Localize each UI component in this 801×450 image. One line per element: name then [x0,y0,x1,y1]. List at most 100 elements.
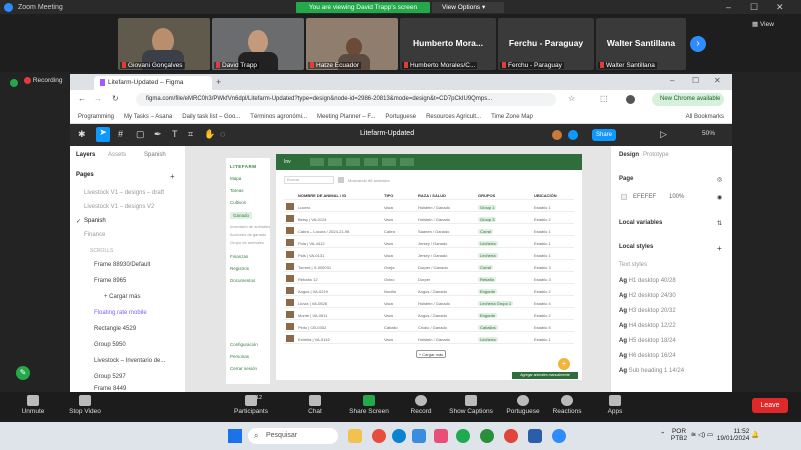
maximize-icon[interactable]: ☐ [750,2,758,13]
table-row[interactable]: Monte | VA-0611 Vaca Angus / Ganado Engorde… [284,310,574,320]
present-icon[interactable]: ▷ [660,129,667,140]
page-opacity-value[interactable]: 100% [669,194,684,200]
design-canvas[interactable]: LITEFARM Mapa Tareas Cultivos Ganado Inv… [186,146,666,392]
header-tab[interactable] [346,158,360,166]
battery-icon[interactable]: ▭ [707,432,713,439]
video-tile[interactable]: Hatze Ecuador [306,18,398,70]
text-style-item[interactable]: Ag H1 desktop 40/28 [619,278,676,284]
page-item[interactable]: Livestock V1 – designs V2 [84,204,154,210]
zoom-taskbar-icon[interactable] [552,429,566,443]
forward-icon[interactable]: → [94,94,102,103]
move-tool-icon[interactable]: ➤ [96,127,110,142]
text-tool-icon[interactable]: T [172,129,178,139]
chrome-profile-icon[interactable] [504,429,518,443]
table-row[interactable]: Torrent | S-000031 Oveja Dorper / Ganado Co… [284,262,574,272]
sidebar-item[interactable]: Mapa [230,176,241,181]
text-style-item[interactable]: Ag H6 desktop 16/24 [619,353,676,359]
video-tile[interactable]: Giovani Gonçalves [118,18,210,70]
layer-item[interactable]: Group 5950 [94,342,126,348]
bookmark-item[interactable]: All Bookmarks [686,114,724,120]
settings-icon[interactable]: ◎ [717,176,722,183]
clock[interactable]: 11:52 19/01/2024 [717,428,750,442]
column-header[interactable]: RAZA / SALUD [418,193,446,198]
sidebar-item[interactable]: Cultivos [230,200,246,205]
system-tray[interactable]: ⌃ POR PTB2 ≋ ◁) ▭ 11:52 19/01/2024 🔔 [660,428,759,442]
layer-item[interactable]: Livestock – Inventario de... [94,358,165,364]
table-row[interactable]: Betsy | VA-0124 Vaca Holstein / Ganado Grou… [284,214,574,224]
sidebar-item[interactable]: Personas [230,354,249,359]
avatar[interactable] [552,130,562,140]
bookmark-item[interactable]: Resources Agricult... [426,114,481,120]
table-row[interactable]: Lucero Vaca Holstein / Ganado Group 1 Establ… [284,202,574,212]
table-row[interactable]: Pais | VA-0131 Vaca Jersey / Ganado Lecherí… [284,250,574,260]
url-input[interactable]: figma.com/file/eMRC0h3/PWkfVn6dpl/Litefa… [136,93,556,106]
tab-layers[interactable]: Layers [76,152,95,158]
page-select[interactable]: Spanish [144,152,166,158]
windows-start-icon[interactable] [228,429,242,443]
search-input[interactable]: Buscar [284,176,334,184]
close-icon[interactable]: ✕ [714,76,721,85]
sidebar-subitem[interactable]: Acciones de ganado [230,232,266,237]
extensions-icon[interactable]: ⬚ [600,94,608,103]
view-options-button[interactable]: View Options ▾ [432,2,504,13]
reload-icon[interactable]: ↻ [112,94,119,103]
layer-item[interactable]: Group 5297 [94,374,126,380]
sidebar-item[interactable]: Configuración [230,342,258,347]
app-icon[interactable] [434,429,448,443]
chevron-up-icon[interactable]: ⌃ [660,432,665,439]
name-tile[interactable]: Walter Santillana Walter Santillana [596,18,686,70]
sidebar-subitem[interactable]: Inventario de animales [230,224,270,229]
tab-prototype[interactable]: Prototype [643,152,669,158]
text-style-item[interactable]: Ag H3 desktop 20/32 [619,308,676,314]
recording-indicator[interactable]: Recording [24,77,62,84]
apps-button[interactable]: Apps [590,395,640,415]
figma-menu-icon[interactable]: ✱ [78,129,86,140]
header-tab[interactable] [400,158,414,166]
table-row[interactable]: Angus | VA-0219 Novillo Angus / Ganado Engo… [284,286,574,296]
word-icon[interactable] [528,429,542,443]
add-manually-toast[interactable]: Agregar animales manualmente [512,372,578,379]
column-header[interactable]: NOMBRE DE ANIMAL / ID [298,193,346,198]
components-icon[interactable]: ⌗ [188,129,193,140]
frame-tool-icon[interactable]: # [118,129,123,139]
sidebar-subitem[interactable]: Grupo de animales [230,240,264,245]
add-style-icon[interactable]: + [717,244,722,253]
view-button[interactable]: ▦ View [752,20,774,28]
filter-icon[interactable] [338,177,344,183]
hand-tool-icon[interactable]: ✋ [204,129,215,140]
mail-icon[interactable] [412,429,426,443]
reactions-button[interactable]: Reactions [542,395,592,415]
column-header[interactable]: UBICACIÓN [534,193,557,198]
unmute-button[interactable]: Unmute [8,395,58,415]
name-tile[interactable]: Ferchu - Paraguay Ferchu - Paraguay [498,18,594,70]
table-row[interactable]: Estrella | VA-0142 Vaca Holstein / Ganado L… [284,334,574,344]
inventory-frame[interactable]: Inv Buscar Mostrando 88 animales NOMBRE … [276,154,582,380]
header-tab[interactable] [328,158,342,166]
table-row[interactable]: Pinto | CB-0302 Caballo Criollo / Ganado Ca… [284,322,574,332]
taskbar-search-input[interactable]: Pesquisar [248,428,338,444]
file-title[interactable]: Litefarm-Updated [360,130,414,137]
layer-item[interactable]: Frame 8965 [94,278,126,284]
participants-button[interactable]: Participants 12 [226,395,276,415]
table-row[interactable]: Pola | VA-4412 Vaca Jersey / Ganado Lecherí… [284,238,574,248]
tab-design[interactable]: Design [619,152,639,158]
layer-item[interactable]: Rectangle 4529 [94,326,136,332]
sidebar-item[interactable]: Finanzas [230,254,248,259]
text-style-item[interactable]: Ag H4 desktop 12/22 [619,323,676,329]
column-header[interactable]: GRUPOS [478,193,495,198]
bookmark-item[interactable]: Time Zone Map [491,114,533,120]
bookmark-item[interactable]: Portuguese [385,114,416,120]
avatar[interactable] [626,95,635,104]
local-styles-label[interactable]: Local styles [619,244,653,250]
language-button[interactable]: Portuguese [498,395,548,415]
tab-assets[interactable]: Assets [108,152,126,158]
record-button[interactable]: Record [396,395,446,415]
page-item[interactable]: Livestock V1 – designs – draft [84,190,164,196]
show-captions-button[interactable]: Show Captions [446,395,496,415]
sidebar-item[interactable]: Cerrar sesión [230,366,257,371]
bookmark-item[interactable]: Programming [78,114,114,120]
keyboard-language[interactable]: POR PTB2 [671,428,687,442]
avatar[interactable] [568,130,578,140]
close-icon[interactable]: ✕ [776,2,784,13]
pen-tool-icon[interactable]: ✒ [154,129,162,140]
